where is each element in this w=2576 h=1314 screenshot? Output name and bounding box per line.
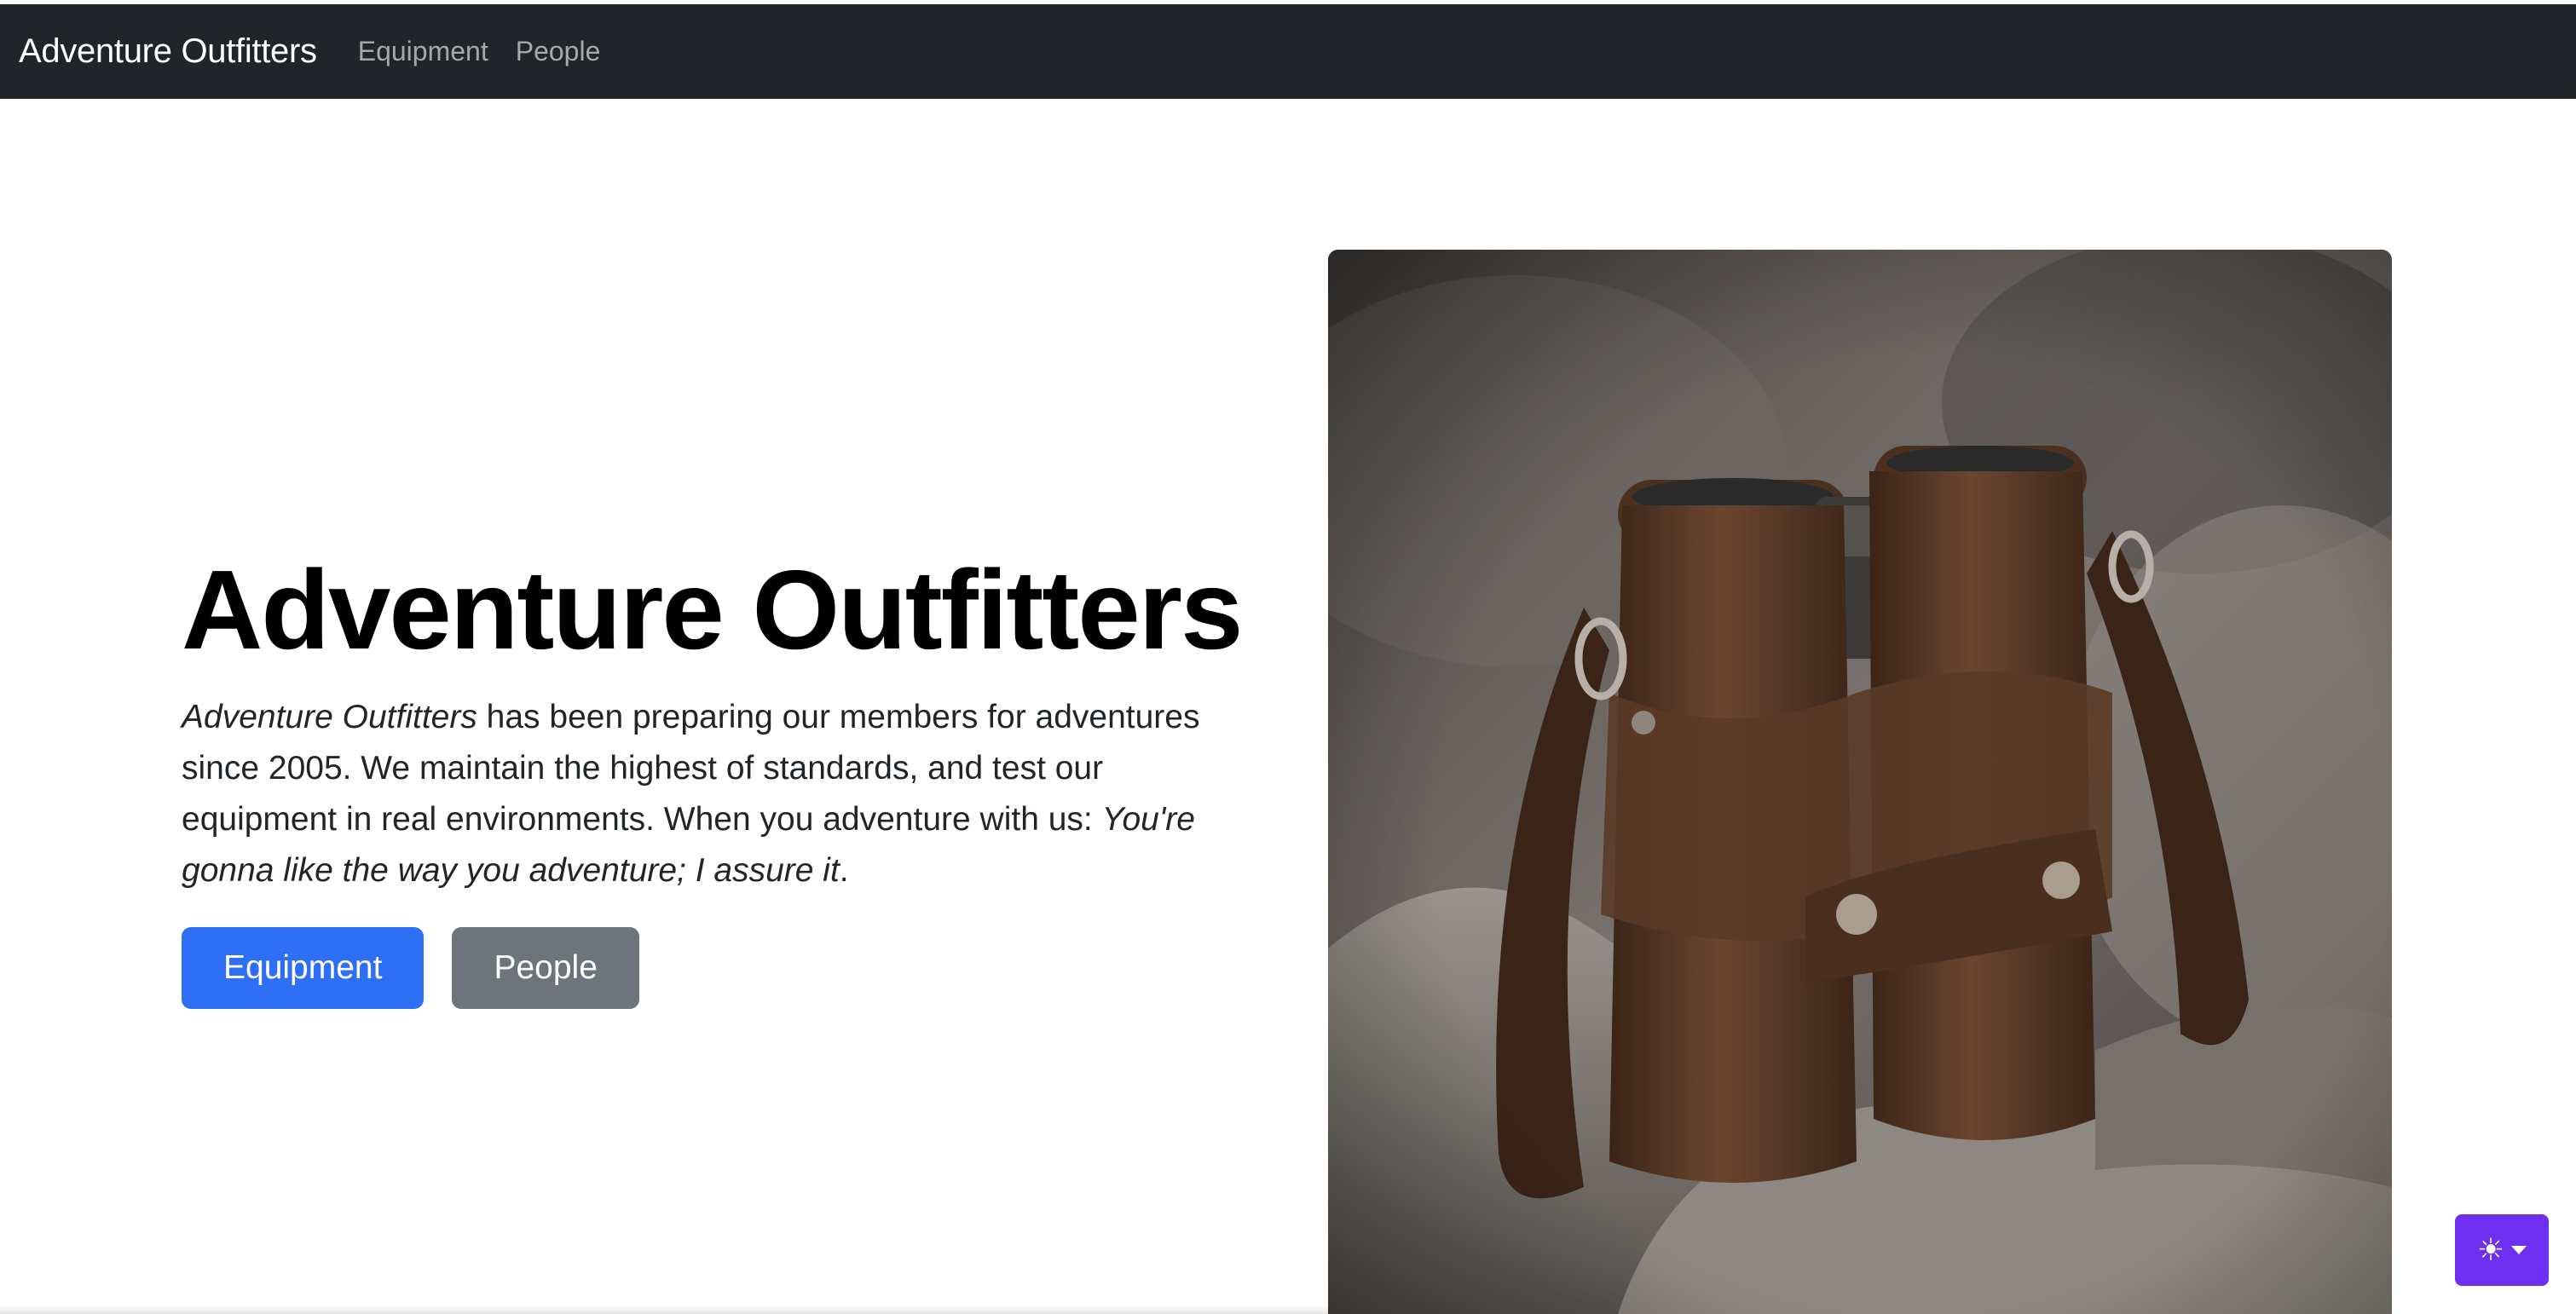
nav-link-equipment[interactable]: Equipment — [358, 36, 488, 67]
caret-down-icon — [2511, 1246, 2527, 1254]
navbar-brand[interactable]: Adventure Outfitters — [19, 32, 317, 71]
hero-section: Adventure Outfitters Adventure Outfitter… — [182, 545, 1243, 1009]
hero-description-lead: Adventure Outfitters — [182, 699, 477, 735]
hero-description-end: . — [839, 852, 849, 889]
sun-icon: ☀ — [2476, 1232, 2505, 1267]
binoculars-image — [1328, 250, 2392, 1314]
nav-link-people[interactable]: People — [516, 36, 601, 67]
top-navbar: Adventure Outfitters Equipment People — [0, 4, 2576, 99]
hero-description: Adventure Outfitters has been preparing … — [182, 692, 1230, 896]
bottom-shadow — [0, 1305, 1328, 1314]
theme-toggle-button[interactable]: ☀ — [2455, 1214, 2549, 1286]
equipment-button[interactable]: Equipment — [182, 927, 425, 1009]
hero-title: Adventure Outfitters — [182, 547, 1243, 672]
hero-image-binoculars — [1328, 250, 2392, 1314]
people-button[interactable]: People — [452, 927, 639, 1009]
hero-button-row: Equipment People — [182, 927, 1239, 1009]
